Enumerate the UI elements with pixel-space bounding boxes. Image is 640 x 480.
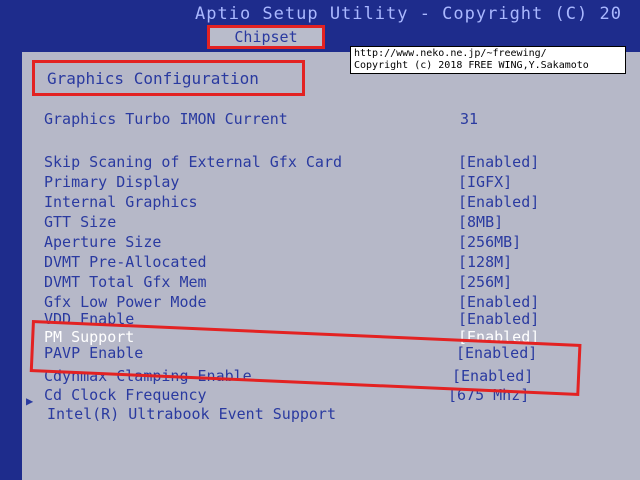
section-title: Graphics Configuration xyxy=(32,60,305,96)
setting-value: 31 xyxy=(460,110,479,128)
watermark-overlay: http://www.neko.ne.jp/~freewing/ Copyrig… xyxy=(350,46,626,74)
setting-value[interactable]: [256MB] xyxy=(458,233,521,251)
setting-value[interactable]: [256M] xyxy=(458,273,512,291)
setting-label: Cd Clock Frequency xyxy=(44,386,207,404)
setting-graphics-turbo-imon: Graphics Turbo IMON Current 31 xyxy=(44,110,604,130)
setting-label: GTT Size xyxy=(44,213,117,231)
setting-label: DVMT Total Gfx Mem xyxy=(44,273,207,291)
setting-label: Skip Scaning of External Gfx Card xyxy=(44,153,343,171)
setting-aperture-size[interactable]: Aperture Size [256MB] xyxy=(44,233,604,253)
setting-gtt-size[interactable]: GTT Size [8MB] xyxy=(44,213,604,233)
setting-value[interactable]: [Enabled] xyxy=(458,310,539,328)
setting-dvmt-pre-allocated[interactable]: DVMT Pre-Allocated [128M] xyxy=(44,253,604,273)
watermark-url: http://www.neko.ne.jp/~freewing/ xyxy=(354,48,547,59)
setting-primary-display[interactable]: Primary Display [IGFX] xyxy=(44,173,604,193)
setting-value[interactable]: [Enabled] xyxy=(458,153,539,171)
setting-dvmt-total-gfx-mem[interactable]: DVMT Total Gfx Mem [256M] xyxy=(44,273,604,293)
tab-chipset[interactable]: Chipset xyxy=(207,25,325,49)
left-border xyxy=(0,52,22,480)
setting-label: Intel(R) Ultrabook Event Support xyxy=(47,405,336,423)
setting-label: Internal Graphics xyxy=(44,193,198,211)
submenu-arrow-icon: ▶ xyxy=(26,394,34,408)
setting-label: Graphics Turbo IMON Current xyxy=(44,110,288,128)
setting-value[interactable]: [IGFX] xyxy=(458,173,512,191)
title-bar: Aptio Setup Utility - Copyright (C) 20 C… xyxy=(0,0,640,52)
setting-value[interactable]: [128M] xyxy=(458,253,512,271)
setting-internal-graphics[interactable]: Internal Graphics [Enabled] xyxy=(44,193,604,213)
setting-label: Aperture Size xyxy=(44,233,162,251)
setting-skip-scaning[interactable]: Skip Scaning of External Gfx Card [Enabl… xyxy=(44,153,604,173)
watermark-copyright: Copyright (c) 2018 FREE WING,Y.Sakamoto xyxy=(354,60,589,71)
bios-title: Aptio Setup Utility - Copyright (C) 20 xyxy=(195,4,622,24)
setting-value[interactable]: [Enabled] xyxy=(458,293,539,311)
setting-value[interactable]: [Enabled] xyxy=(458,193,539,211)
setting-label: DVMT Pre-Allocated xyxy=(44,253,207,271)
setting-value[interactable]: [8MB] xyxy=(458,213,503,231)
setting-ultrabook-event-support[interactable]: Intel(R) Ultrabook Event Support xyxy=(44,405,604,425)
setting-label: Primary Display xyxy=(44,173,180,191)
setting-label: Gfx Low Power Mode xyxy=(44,293,207,311)
